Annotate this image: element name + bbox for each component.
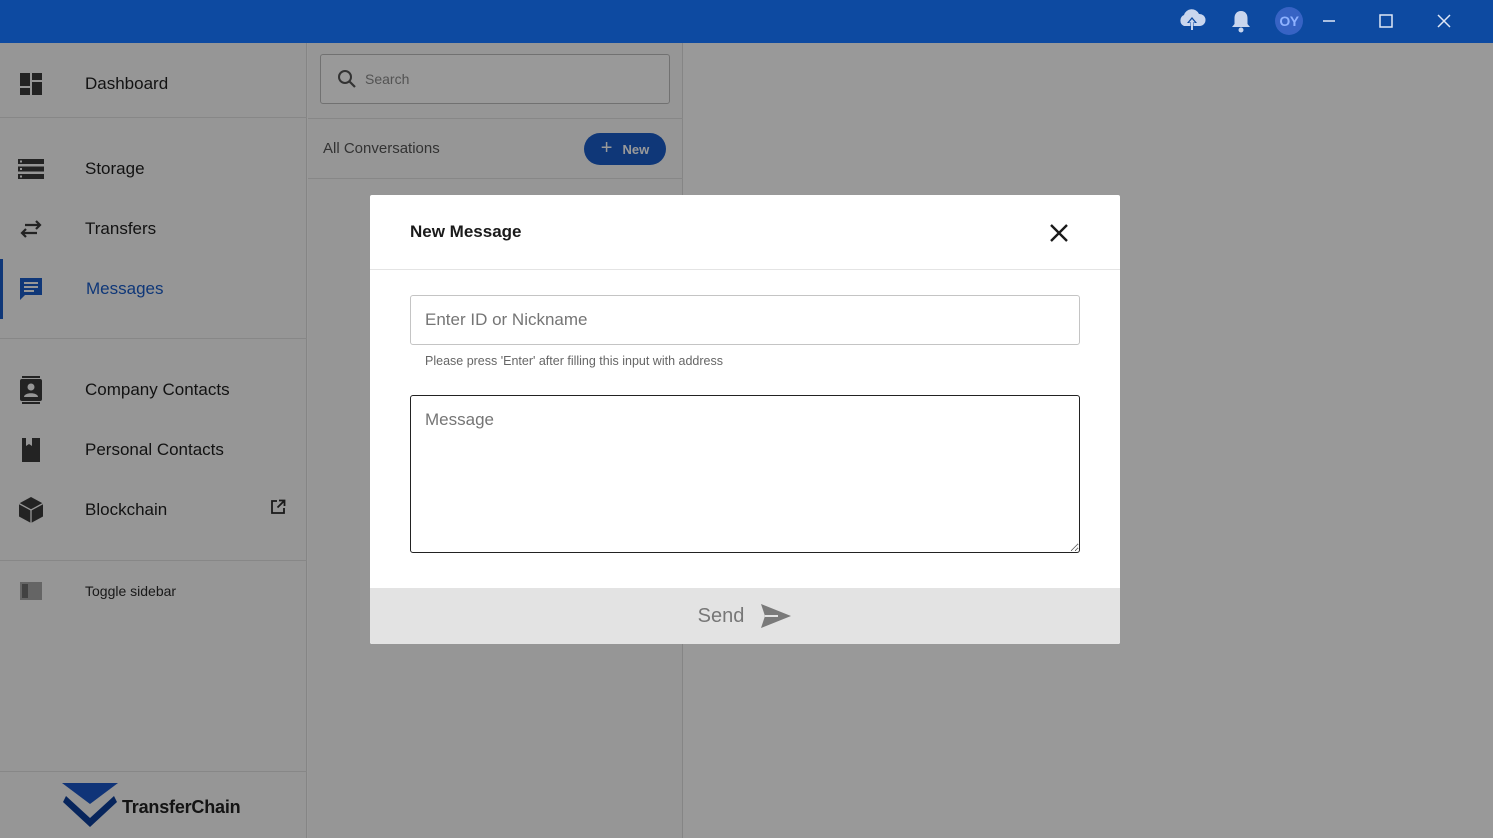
upload-cloud-icon[interactable] bbox=[1176, 6, 1208, 36]
notification-bell-icon[interactable] bbox=[1225, 6, 1257, 36]
close-dialog-button[interactable] bbox=[1046, 220, 1072, 246]
recipient-id-input[interactable] bbox=[410, 295, 1080, 345]
dialog-divider bbox=[370, 269, 1120, 270]
send-button[interactable]: Send bbox=[370, 588, 1120, 644]
dialog-title: New Message bbox=[410, 222, 522, 241]
title-bar: OY bbox=[0, 0, 1493, 43]
maximize-icon[interactable] bbox=[1370, 6, 1402, 36]
minimize-icon[interactable] bbox=[1313, 6, 1345, 36]
send-button-label: Send bbox=[697, 604, 745, 627]
send-icon bbox=[761, 604, 792, 628]
close-window-icon[interactable] bbox=[1428, 6, 1460, 36]
user-avatar[interactable]: OY bbox=[1275, 7, 1303, 35]
message-textarea[interactable] bbox=[410, 395, 1080, 553]
close-icon bbox=[1050, 224, 1068, 242]
recipient-hint: Please press 'Enter' after filling this … bbox=[425, 354, 723, 368]
new-message-dialog: New Message Please press 'Enter' after f… bbox=[370, 195, 1120, 644]
